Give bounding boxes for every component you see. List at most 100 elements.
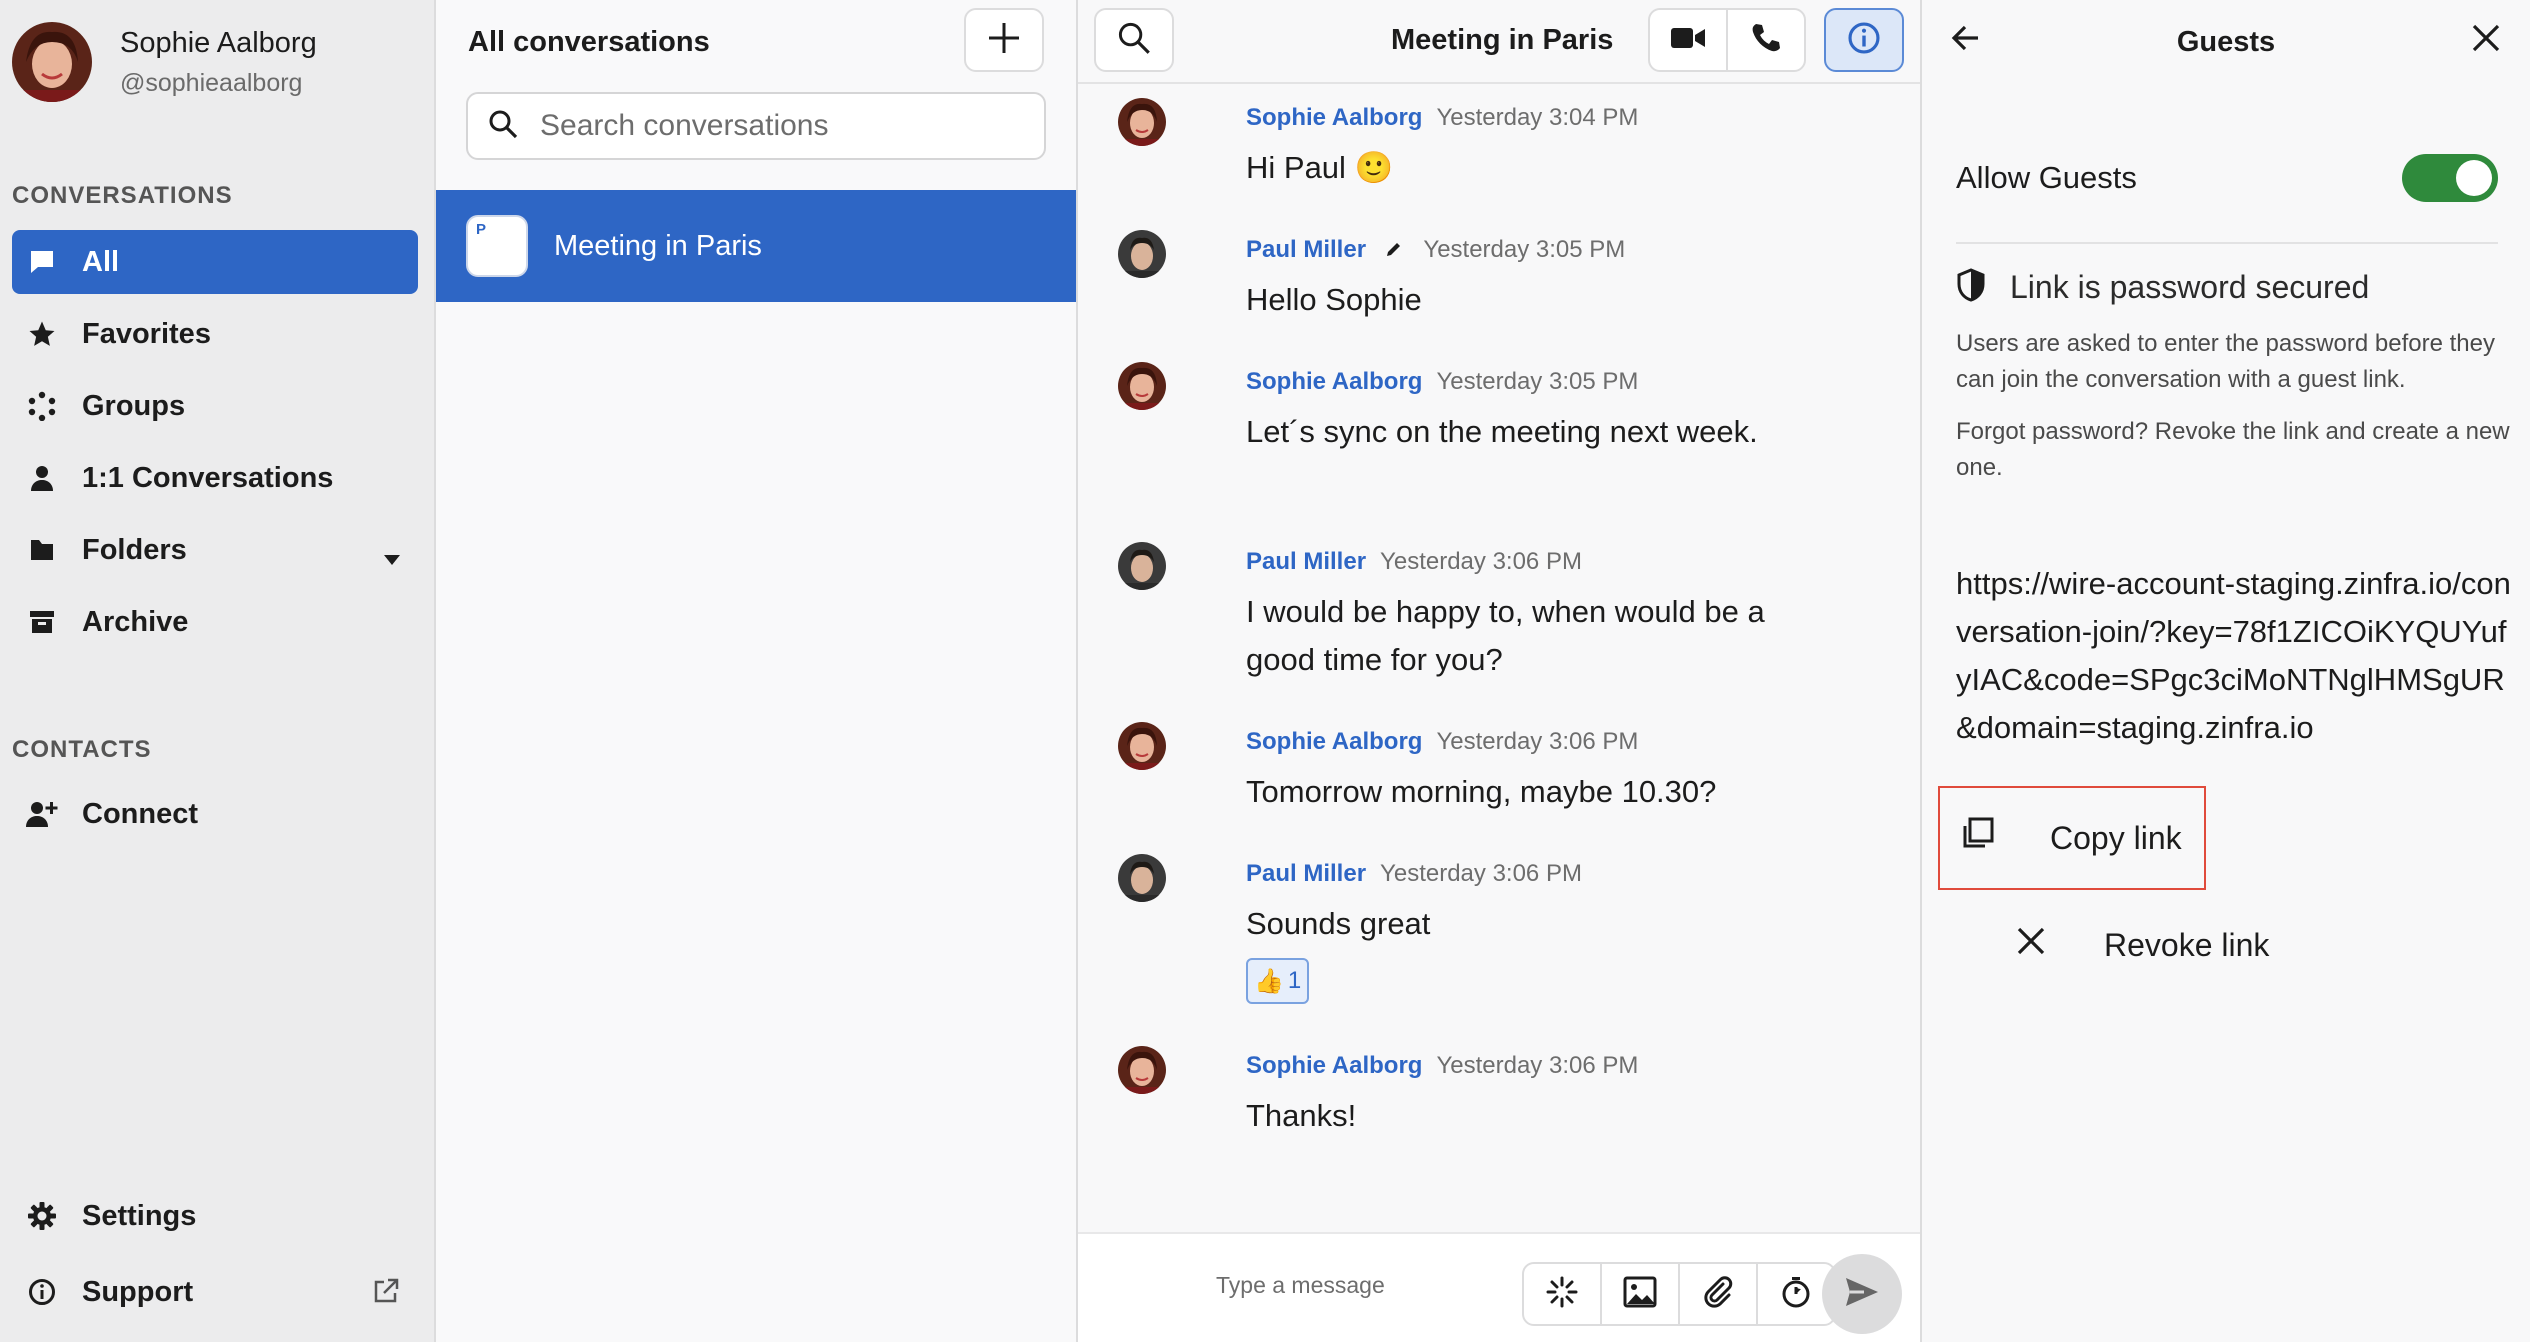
search-messages-button[interactable] — [1094, 8, 1174, 72]
sidebar-item-one-to-one[interactable]: 1:1 Conversations — [12, 446, 418, 510]
chat-title: Meeting in Paris — [1391, 24, 1614, 56]
conversation-list-panel: All conversations P Meeting in Paris — [436, 0, 1078, 1342]
contacts-section-label: CONTACTS — [12, 736, 152, 763]
external-link-icon — [372, 1277, 400, 1313]
conversation-avatar-letter: P — [476, 221, 487, 238]
send-icon — [1844, 1276, 1880, 1313]
attach-file-button[interactable] — [1678, 1262, 1758, 1326]
user-profile[interactable]: Sophie Aalborg @sophieaalborg — [12, 22, 317, 102]
paul-avatar[interactable] — [1118, 542, 1166, 590]
password-note: Users are asked to enter the password be… — [1956, 330, 2495, 393]
sidebar-item-settings[interactable]: Settings — [12, 1184, 418, 1248]
password-secured-row: Link is password secured — [1956, 268, 2369, 307]
send-button[interactable] — [1822, 1254, 1902, 1334]
sidebar-item-label: Support — [82, 1275, 194, 1308]
paul-avatar[interactable] — [1118, 854, 1166, 902]
conversation-details-button[interactable] — [1824, 8, 1904, 72]
image-icon — [1623, 1276, 1657, 1313]
search-input[interactable] — [540, 109, 1020, 143]
image-upload-button[interactable] — [1600, 1262, 1680, 1326]
chevron-down-icon[interactable] — [382, 542, 402, 575]
timer-icon — [1779, 1275, 1813, 1314]
sophie-avatar[interactable] — [1118, 362, 1166, 410]
message-author[interactable]: Sophie Aalborg — [1246, 104, 1422, 131]
ping-button[interactable] — [1522, 1262, 1602, 1326]
sidebar-item-support[interactable]: Support — [12, 1260, 418, 1324]
conversation-list-title: All conversations — [468, 26, 710, 58]
sidebar-item-label: Archive — [82, 605, 189, 638]
message-time: Yesterday 3:06 PM — [1436, 728, 1639, 755]
revoke-link-label: Revoke link — [2104, 926, 2270, 963]
gear-icon — [26, 1200, 58, 1232]
sidebar-item-favorites[interactable]: Favorites — [12, 302, 418, 366]
search-icon — [488, 109, 518, 144]
close-icon — [2016, 926, 2046, 964]
add-person-icon — [26, 798, 58, 830]
message-input[interactable] — [1216, 1272, 1456, 1299]
search-icon — [1117, 21, 1151, 60]
sophie-avatar[interactable] — [1118, 1046, 1166, 1094]
message-text: Hi Paul 🙂 — [1246, 150, 1394, 185]
message-author[interactable]: Paul Miller — [1246, 236, 1366, 263]
sidebar-item-label: 1:1 Conversations — [82, 461, 334, 494]
message-text: Let´s sync on the meeting next week. — [1246, 414, 1758, 449]
reaction-emoji: 👍 — [1254, 967, 1284, 995]
archive-icon — [26, 606, 58, 638]
sophie-avatar[interactable] — [1118, 722, 1166, 770]
paul-avatar[interactable] — [1118, 230, 1166, 278]
message-time: Yesterday 3:06 PM — [1380, 860, 1582, 887]
new-conversation-button[interactable] — [964, 8, 1044, 72]
message-time: Yesterday 3:06 PM — [1436, 1052, 1639, 1079]
ping-icon — [1545, 1275, 1579, 1314]
message-time: Yesterday 3:06 PM — [1380, 548, 1582, 575]
sidebar-item-groups[interactable]: Groups — [12, 374, 418, 438]
user-handle: @sophieaalborg — [120, 68, 303, 97]
forgot-password-note: Forgot password? Revoke the link and cre… — [1956, 418, 2510, 481]
shield-icon — [1956, 268, 1986, 307]
message-text: Sounds great — [1246, 906, 1431, 941]
folder-icon — [26, 534, 58, 566]
message-text: I would be happy to, when would be a goo… — [1246, 594, 1765, 677]
allow-guests-toggle[interactable] — [2402, 154, 2498, 202]
guests-panel: Guests Allow Guests Link is password sec… — [1922, 0, 2530, 1342]
sidebar-item-all[interactable]: All — [12, 230, 418, 294]
message-author[interactable]: Paul Miller — [1246, 548, 1366, 575]
audio-call-button[interactable] — [1726, 8, 1806, 72]
sidebar-item-connect[interactable]: Connect — [12, 782, 418, 846]
password-secured-title: Link is password secured — [2010, 269, 2370, 305]
sidebar-item-label: Settings — [82, 1199, 197, 1232]
sophie-avatar[interactable] — [1118, 98, 1166, 146]
user-name: Sophie Aalborg — [120, 27, 317, 60]
video-camera-icon — [1670, 25, 1706, 56]
phone-icon — [1750, 22, 1782, 59]
sidebar-item-label: Groups — [82, 389, 186, 422]
allow-guests-label: Allow Guests — [1956, 160, 2137, 195]
sidebar-item-label: Favorites — [82, 317, 211, 350]
reaction-chip[interactable]: 👍 1 — [1246, 958, 1310, 1004]
sidebar-item-archive[interactable]: Archive — [12, 590, 418, 654]
message-author[interactable]: Sophie Aalborg — [1246, 368, 1422, 395]
paperclip-icon — [1701, 1275, 1735, 1314]
person-icon — [26, 462, 58, 494]
copy-link-button[interactable]: Copy link — [1938, 786, 2206, 890]
conversation-search[interactable] — [466, 92, 1046, 160]
conversation-item-selected[interactable]: P Meeting in Paris — [436, 190, 1076, 302]
guest-link-text: https://wire-account-staging.zinfra.io/c… — [1956, 566, 2511, 745]
sidebar: Sophie Aalborg @sophieaalborg CONVERSATI… — [0, 0, 436, 1342]
message-composer — [1078, 1232, 1920, 1342]
message-author[interactable]: Sophie Aalborg — [1246, 1052, 1422, 1079]
message-time: Yesterday 3:05 PM — [1423, 236, 1626, 263]
star-icon — [26, 318, 58, 350]
user-avatar[interactable] — [12, 22, 92, 102]
message-text: Hello Sophie — [1246, 282, 1422, 317]
conversation-name: Meeting in Paris — [554, 229, 762, 262]
revoke-link-button[interactable]: Revoke link — [1958, 926, 2269, 964]
sidebar-item-label: Connect — [82, 797, 198, 830]
sidebar-item-folders[interactable]: Folders — [12, 518, 418, 582]
message-author[interactable]: Sophie Aalborg — [1246, 728, 1422, 755]
close-icon[interactable] — [2470, 22, 2502, 59]
sidebar-item-label: All — [82, 245, 120, 278]
info-icon — [1847, 21, 1881, 60]
message-author[interactable]: Paul Miller — [1246, 860, 1366, 887]
video-call-button[interactable] — [1648, 8, 1728, 72]
